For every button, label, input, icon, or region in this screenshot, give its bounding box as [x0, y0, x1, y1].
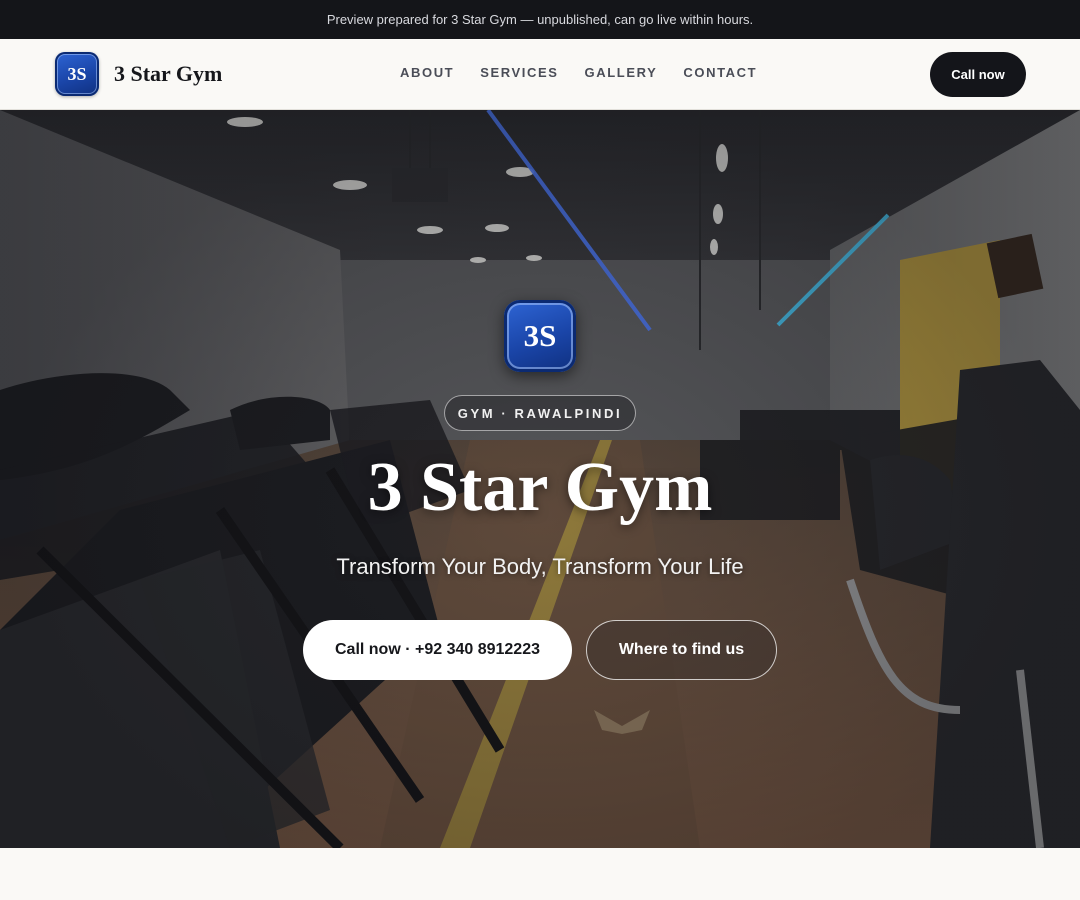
- nav-link-contact[interactable]: CONTACT: [683, 65, 757, 80]
- hero-category-tag: GYM · RAWALPINDI: [444, 395, 636, 431]
- nav-link-gallery[interactable]: GALLERY: [585, 65, 658, 80]
- preview-banner-text: Preview prepared for 3 Star Gym — unpubl…: [326, 12, 754, 27]
- logo-badge[interactable]: 3S: [55, 52, 99, 96]
- call-now-button[interactable]: Call now · +92 340 8912223: [303, 620, 572, 680]
- next-section: [0, 848, 1080, 900]
- logo-initials: 3S: [67, 63, 87, 84]
- site-header: 3S 3 Star Gym ABOUT SERVICES GALLERY CON…: [0, 39, 1080, 110]
- brand-name[interactable]: 3 Star Gym: [114, 61, 222, 87]
- hero-section: 3S GYM · RAWALPINDI 3 Star Gym Transform…: [0, 110, 1080, 848]
- preview-banner: Preview prepared for 3 Star Gym — unpubl…: [0, 0, 1080, 39]
- hero-title: 3 Star Gym: [367, 449, 713, 526]
- hero-logo-initials: 3S: [523, 318, 557, 353]
- hero-subtitle: Transform Your Body, Transform Your Life: [336, 554, 744, 579]
- hero-logo-badge: 3S: [504, 300, 576, 372]
- main-nav: ABOUT SERVICES GALLERY CONTACT: [400, 65, 757, 80]
- where-to-find-us-button[interactable]: Where to find us: [586, 620, 777, 680]
- nav-link-about[interactable]: ABOUT: [400, 65, 454, 80]
- nav-link-services[interactable]: SERVICES: [480, 65, 558, 80]
- chevron-down-icon[interactable]: [590, 708, 654, 736]
- header-call-button[interactable]: Call now: [930, 52, 1026, 97]
